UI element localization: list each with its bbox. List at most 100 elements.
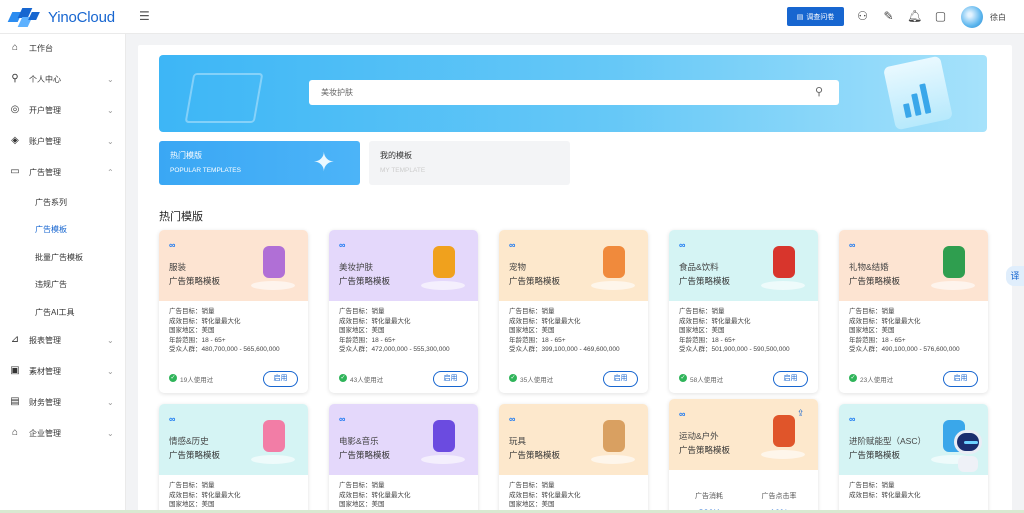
sidebar-item-finance[interactable]: ▤ 财务管理 ⌄ (0, 392, 126, 412)
card-detail-row: 国家地区：美国 (509, 327, 555, 334)
bell-icon[interactable]: 🔔︎ (907, 9, 922, 24)
chevron-down-icon: ⌄ (107, 335, 114, 345)
sidebar-subitem-ai-tools[interactable]: 广告AI工具 (35, 307, 75, 318)
avatar[interactable] (961, 6, 983, 28)
usage-count: 23人使用过 (860, 377, 894, 384)
card-illustration (591, 414, 635, 464)
template-card[interactable]: ∞ 美妆护肤 广告策略模板 广告目标：销量 成效目标：转化量最大化 国家地区：美国 年龄范围… (329, 230, 478, 393)
building-icon: ⌂ (11, 427, 19, 438)
card-title: 电影&音乐 (339, 436, 379, 446)
sidebar-item-account-opening[interactable]: ◎ 开户管理 ⌄ (0, 100, 126, 120)
card-detail-row: 国家地区：美国 (509, 501, 555, 508)
username[interactable]: 徐白 (990, 12, 1006, 23)
apply-button[interactable]: 启用 (943, 371, 978, 387)
monitor-icon: ▭ (10, 166, 20, 177)
card-detail-row: 广告目标：销量 (849, 308, 895, 315)
card-detail-row: 成效目标：转化量最大化 (849, 491, 921, 499)
card-detail-row: 广告目标：销量 (849, 482, 895, 489)
card-footer: ✓ 23人使用过 启用 (849, 371, 981, 387)
sidebar-item-label: 财务管理 (29, 397, 61, 407)
card-detail-row: 成效目标：转化量最大化 (849, 317, 921, 325)
translate-side-tab[interactable]: 译 (1006, 266, 1024, 286)
card-detail-row: 成效目标：转化量最大化 (169, 491, 241, 499)
card-illustration (591, 240, 635, 290)
card-detail-row: 国家地区：美国 (849, 327, 895, 334)
people-icon[interactable]: ⚇ (855, 9, 870, 24)
tab-title: 热门模版 (170, 151, 202, 160)
usage-count: 58人使用过 (690, 377, 724, 384)
sidebar-item-reports[interactable]: ⊿ 报表管理 ⌄ (0, 330, 126, 350)
card-subtitle: 广告策略模板 (509, 276, 561, 286)
tab-popular-templates[interactable]: 热门模版 POPULAR TEMPLATES ✦ (159, 141, 360, 185)
card-detail-row: 广告目标：销量 (509, 308, 555, 315)
meta-logo-icon: ∞ (169, 240, 176, 250)
sidebar-item-materials[interactable]: ▣ 素材管理 ⌄ (0, 361, 126, 381)
meta-logo-icon: ∞ (509, 240, 516, 250)
template-card[interactable]: ∞运动&户外广告策略模板⇪ 广告消耗 $20K 广告点击率 10% (669, 399, 818, 513)
sidebar-item-ad-management[interactable]: ▭ 广告管理 ⌃ (0, 162, 126, 182)
document-icon: ▤ (796, 13, 804, 21)
card-detail-row: 国家地区：美国 (169, 501, 215, 508)
assistant-robot-icon[interactable] (952, 430, 984, 476)
sidebar-subitem-violation-ads[interactable]: 违规广告 (35, 279, 67, 290)
tab-title: 我的模板 (380, 151, 412, 160)
card-detail-row: 年龄范围：18 - 65+ (849, 336, 906, 344)
template-card[interactable]: ∞ 服装 广告策略模板 广告目标：销量 成效目标：转化量最大化 国家地区：美国 年龄范围：1… (159, 230, 308, 393)
template-card[interactable]: ∞ 玩具 广告策略模板 广告目标：销量 成效目标：转化量最大化 国家地区：美国 (499, 404, 648, 513)
tab-my-templates[interactable]: 我的模板 MY TEMPLATE (369, 141, 570, 185)
card-details: 广告目标：销量 成效目标：转化量最大化 国家地区：美国 年龄范围：18 - 65+ 受众… (849, 307, 981, 355)
apply-button[interactable]: 启用 (603, 371, 638, 387)
card-detail-row: 广告目标：销量 (509, 482, 555, 489)
sidebar-item-label: 开户管理 (29, 105, 61, 115)
card-detail-row: 成效目标：转化量最大化 (169, 317, 241, 325)
usage-count: 43人使用过 (350, 377, 384, 384)
search-input[interactable] (309, 80, 809, 105)
sidebar-subitem-batch-templates[interactable]: 批量广告模板 (35, 252, 83, 263)
wallet-icon: ▤ (10, 396, 20, 407)
edit-icon[interactable]: ✎ (881, 9, 896, 24)
template-card[interactable]: ∞ 电影&音乐 广告策略模板 广告目标：销量 成效目标：转化量最大化 国家地区：美国 (329, 404, 478, 513)
apply-button[interactable]: 启用 (773, 371, 808, 387)
menu-collapse-icon[interactable]: ☰ (139, 10, 153, 23)
card-detail-row: 广告目标：销量 (169, 308, 215, 315)
tab-subtitle: MY TEMPLATE (380, 167, 426, 174)
meta-logo-icon: ∞ (679, 240, 686, 250)
chevron-down-icon: ⌄ (107, 366, 114, 376)
card-subtitle: 广告策略模板 (679, 276, 731, 286)
sidebar-item-workbench[interactable]: ⌂ 工作台 (0, 38, 126, 58)
search-icon[interactable]: ⚲ (815, 86, 827, 98)
survey-button[interactable]: ▤ 调查问卷 (787, 7, 844, 26)
card-subtitle: 广告策略模板 (849, 450, 901, 460)
survey-button-label: 调查问卷 (806, 13, 835, 21)
share-icon[interactable]: ⇪ (797, 408, 805, 419)
sidebar-item-label: 企业管理 (29, 428, 61, 438)
section-title: 热门模版 (159, 211, 203, 223)
chevron-up-icon: ⌃ (107, 167, 114, 177)
template-card[interactable]: ∞ 情感&历史 广告策略模板 广告目标：销量 成效目标：转化量最大化 国家地区：美国 (159, 404, 308, 513)
stat-label: 广告消耗 (695, 493, 723, 500)
card-title: 宠物 (509, 262, 527, 272)
sidebar-subitem-ad-templates[interactable]: 广告模板 (35, 224, 67, 235)
logo-text: YinoCloud (48, 8, 115, 26)
card-details: 广告目标：销量 成效目标：转化量最大化 国家地区：美国 (509, 481, 641, 510)
card-illustration (421, 240, 465, 290)
banner-chart-illustration (882, 55, 954, 131)
apply-button[interactable]: 启用 (263, 371, 298, 387)
message-icon[interactable]: ▢ (933, 9, 948, 24)
sidebar-item-enterprise[interactable]: ⌂ 企业管理 ⌄ (0, 423, 126, 443)
card-details: 广告目标：销量 成效目标：转化量最大化 国家地区：美国 年龄范围：18 - 65+ 受众… (339, 307, 471, 355)
chevron-down-icon: ⌄ (107, 105, 114, 115)
template-card[interactable]: ∞ 礼物&结婚 广告策略模板 广告目标：销量 成效目标：转化量最大化 国家地区：美国 年龄范… (839, 230, 988, 393)
apply-button[interactable]: 启用 (433, 371, 468, 387)
template-card[interactable]: ∞ 食品&饮料 广告策略模板 广告目标：销量 成效目标：转化量最大化 国家地区：美国 年龄范… (669, 230, 818, 393)
sidebar-item-account-management[interactable]: ◈ 账户管理 ⌄ (0, 131, 126, 151)
logo[interactable]: YinoCloud (7, 7, 115, 27)
check-circle-icon: ✓ (679, 374, 687, 382)
search-box: ⚲ (309, 80, 839, 105)
sidebar-subitem-ad-series[interactable]: 广告系列 (35, 197, 67, 208)
card-detail-row: 年龄范围：18 - 65+ (339, 336, 396, 344)
template-card[interactable]: ∞ 宠物 广告策略模板 广告目标：销量 成效目标：转化量最大化 国家地区：美国 年龄范围：1… (499, 230, 648, 393)
check-circle-icon: ✓ (849, 374, 857, 382)
sidebar-item-personal-center[interactable]: ⚲ 个人中心 ⌄ (0, 69, 126, 89)
card-illustration (761, 240, 805, 290)
